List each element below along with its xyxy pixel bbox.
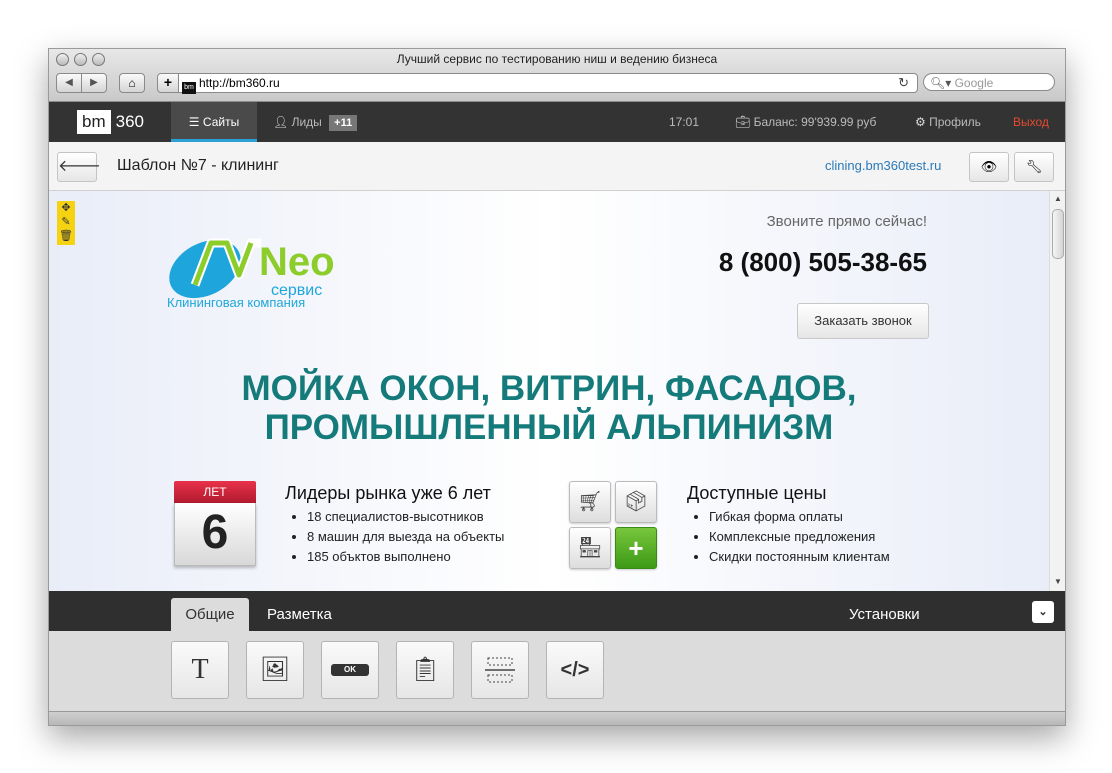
profile-label: Профиль	[929, 115, 981, 129]
wrench-icon: 🔧︎	[1025, 159, 1043, 174]
tab-markup[interactable]: Разметка	[267, 598, 332, 631]
scroll-thumb[interactable]	[1052, 209, 1064, 259]
box-icon: 📦︎	[615, 481, 657, 523]
headline-line-2: ПРОМЫШЛЕННЫЙ АЛЬПИНИЗМ	[264, 408, 834, 447]
nav-sites-label: Сайты	[202, 115, 240, 129]
trash-icon[interactable]: 🗑︎	[57, 229, 75, 243]
plus-icon[interactable]: +	[157, 73, 179, 93]
nav-leads-label: Лиды	[291, 115, 322, 129]
url-text: http://bm360.ru	[199, 76, 280, 90]
clock-time: 17:01	[669, 115, 700, 129]
back-arrow-icon[interactable]: ◀	[56, 73, 82, 93]
search-field[interactable]: 🔍︎▾ Google	[923, 73, 1055, 91]
search-placeholder: Google	[954, 76, 994, 90]
home-icon[interactable]: ⌂	[119, 73, 145, 93]
settings-wrench-button[interactable]: 🔧︎	[1014, 152, 1054, 182]
eye-icon: 👁︎	[980, 159, 998, 174]
clipboard-icon: 📋︎	[409, 656, 441, 683]
chevron-down-icon[interactable]: ⌄	[1032, 601, 1054, 623]
page-header: 🡐 Шаблон №7 - клининг clining.bm360test.…	[49, 142, 1065, 191]
settings-tab[interactable]: Установки	[849, 598, 920, 631]
user-icon: 👤︎	[273, 115, 289, 129]
list-item: 18 специалистов-высотников	[307, 507, 504, 527]
calendar-top-label: ЛЕТ	[174, 481, 256, 503]
button-block-button[interactable]: OK	[321, 641, 379, 699]
list-item: 185 объктов выполнено	[307, 547, 504, 567]
browser-titlebar: Лучший сервис по тестированию ниш и веде…	[49, 49, 1065, 102]
phone-number: 8 (800) 505-38-65	[718, 247, 927, 277]
list-item: Комплексные предложения	[709, 527, 890, 547]
divider-icon	[485, 657, 515, 683]
briefcase-icon: 💼︎	[735, 115, 751, 129]
address-bar[interactable]: bm http://bm360.ru ↻	[178, 73, 918, 94]
block-palette: T 🖼︎ OK 📋︎ </>	[49, 631, 1065, 711]
logout-link[interactable]: Выход	[1013, 102, 1049, 142]
arrow-left-icon: 🡐	[58, 158, 101, 175]
neo-logo-text: Neo	[259, 240, 335, 284]
calendar-icon: ЛЕТ 6	[174, 481, 256, 566]
browser-window: Лучший сервис по тестированию ниш и веде…	[48, 48, 1066, 726]
reload-icon[interactable]: ↻	[898, 74, 909, 92]
form-block-button[interactable]: 📋︎	[396, 641, 454, 699]
block-edit-tools: ✥ ✎ 🗑︎	[57, 201, 75, 245]
logo-num: 360	[115, 112, 144, 131]
ok-button-icon: OK	[331, 663, 369, 676]
history-buttons: ◀ ▶	[56, 73, 107, 93]
move-icon[interactable]: ✥	[57, 201, 75, 215]
text-block-label: T	[191, 654, 209, 685]
site-domain-link[interactable]: clining.bm360test.ru	[825, 142, 941, 190]
back-button[interactable]: 🡐	[57, 152, 101, 182]
list-item: Гибкая форма оплаты	[709, 507, 890, 527]
image-block-button[interactable]: 🖼︎	[246, 641, 304, 699]
site-favicon: bm	[182, 82, 196, 94]
feature-1-list: 18 специалистов-высотников 8 машин для в…	[285, 507, 504, 567]
app-navbar: bm 360 ☰ Сайты 👤︎ Лиды +11 17:01 💼︎ Бала…	[49, 102, 1065, 142]
scroll-up-icon[interactable]: ▲	[1054, 194, 1062, 203]
list-item: 8 машин для выезда на объекты	[307, 527, 504, 547]
preview-button[interactable]: 👁︎	[969, 152, 1009, 182]
gear-icon: ⚙	[915, 115, 926, 129]
scroll-down-icon[interactable]: ▼	[1054, 577, 1062, 586]
leads-count-badge: +11	[329, 115, 358, 131]
search-icon: 🔍︎▾	[930, 76, 955, 90]
balance-display[interactable]: 💼︎ Баланс: 99'939.99 руб	[735, 102, 876, 142]
site-preview: ✥ ✎ 🗑︎ Neo сервис Клининговая компания З…	[49, 191, 1049, 591]
bm360-logo[interactable]: bm 360	[77, 110, 144, 134]
nav-tab-leads[interactable]: 👤︎ Лиды +11	[273, 102, 358, 142]
tab-general[interactable]: Общие	[171, 598, 249, 631]
nav-tab-sites[interactable]: ☰ Сайты	[171, 102, 257, 142]
call-now-text: Звоните прямо сейчас!	[766, 213, 927, 230]
calendar-number: 6	[174, 503, 256, 566]
text-block-button[interactable]: T	[171, 641, 229, 699]
image-icon: 🖼︎	[259, 656, 291, 683]
feature-2-title: Доступные цены	[687, 483, 827, 503]
headline-line-1: МОЙКА ОКОН, ВИТРИН, ФАСАДОВ,	[241, 369, 857, 408]
editor-tabs-bar: Общие Разметка Установки ⌄	[49, 591, 1065, 631]
list-item: Скидки постоянным клиентам	[709, 547, 890, 567]
window-title: Лучший сервис по тестированию ниш и веде…	[396, 52, 718, 66]
list-icon: ☰	[188, 115, 200, 129]
order-call-button[interactable]: Заказать звонок	[797, 303, 929, 339]
profile-link[interactable]: ⚙ Профиль	[915, 102, 981, 142]
feature-1-title: Лидеры рынка уже 6 лет	[285, 483, 491, 503]
shopping-cart-icon: 🛒︎	[569, 481, 611, 523]
store-icon: 🏪︎	[569, 527, 611, 569]
feature-2-list: Гибкая форма оплаты Комплексные предложе…	[687, 507, 890, 567]
balance-label: Баланс: 99'939.99 руб	[753, 115, 877, 129]
company-tagline: Клининговая компания	[167, 295, 306, 310]
preview-scrollbar[interactable]: ▲ ▼	[1049, 191, 1065, 591]
code-block-button[interactable]: </>	[546, 641, 604, 699]
browser-statusbar	[49, 711, 1065, 725]
code-icon: </>	[560, 659, 590, 681]
page-title: Шаблон №7 - клининг	[117, 157, 279, 174]
pencil-icon[interactable]: ✎	[57, 215, 75, 229]
divider-block-button[interactable]	[471, 641, 529, 699]
add-green-icon: +	[615, 527, 657, 569]
logo-bm: bm	[77, 110, 111, 134]
site-headline: МОЙКА ОКОН, ВИТРИН, ФАСАДОВ, ПРОМЫШЛЕННЫ…	[49, 369, 1049, 447]
forward-arrow-icon[interactable]: ▶	[82, 73, 107, 93]
